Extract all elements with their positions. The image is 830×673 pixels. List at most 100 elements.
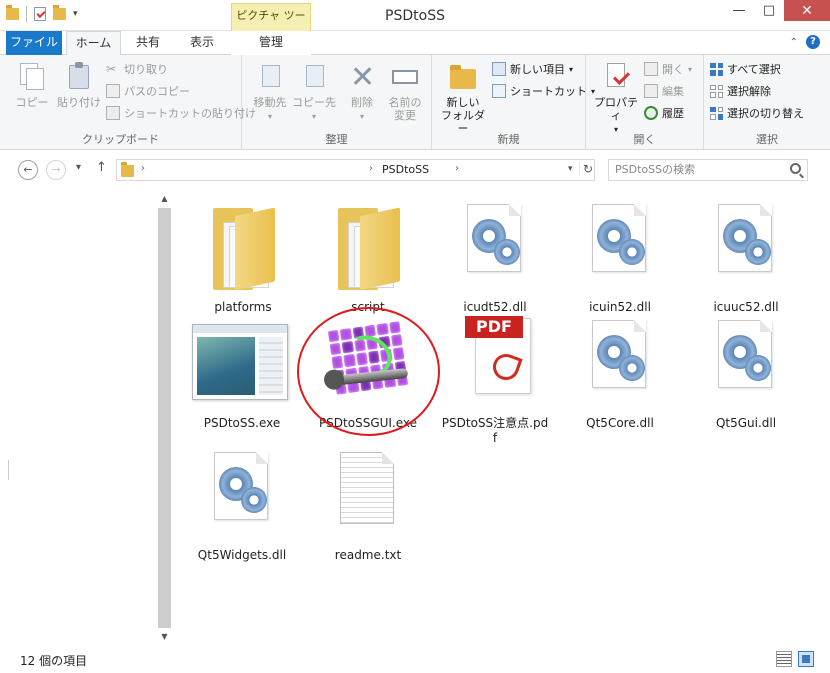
recent-locations-icon[interactable]: ▾: [76, 162, 81, 173]
file-item-icuuc52[interactable]: icuuc52.dll: [691, 198, 801, 323]
dll-file-icon: [580, 198, 660, 286]
scroll-down-icon[interactable]: ▼: [157, 630, 172, 644]
clipboard-group: コピー 貼り付け ✂ 切り取り パスのコピー ショートカットの貼り付け クリップ…: [0, 55, 256, 150]
tab-view[interactable]: 表示: [178, 31, 226, 55]
select-all-label: すべて選択: [727, 63, 781, 76]
file-name: PSDtoSS注意点.pdf: [441, 416, 549, 445]
open-button[interactable]: 開く ▾: [644, 59, 692, 79]
address-dropdown-icon[interactable]: ▾: [568, 164, 573, 174]
new-folder-button[interactable]: 新しい フォルダー: [438, 61, 488, 135]
folder-icon: [328, 198, 408, 290]
scrollbar-thumb[interactable]: [158, 208, 171, 628]
minimize-button[interactable]: —: [724, 0, 754, 21]
rename-label-1: 名前の: [388, 96, 422, 109]
select-all-button[interactable]: すべて選択: [710, 59, 781, 79]
scissors-icon: ✂: [106, 62, 117, 76]
minimize-ribbon-icon[interactable]: ⌃: [790, 37, 798, 48]
help-icon[interactable]: ?: [806, 35, 820, 49]
close-button[interactable]: ✕: [784, 0, 830, 21]
invert-selection-label: 選択の切り替え: [727, 107, 804, 120]
file-item-icudt52[interactable]: icudt52.dll: [440, 198, 550, 323]
chevron-right-icon[interactable]: ›: [455, 163, 459, 174]
dll-file-icon: [455, 198, 535, 286]
open-icon: [644, 62, 658, 76]
pdf-file-icon: PDF: [455, 314, 535, 402]
rename-button[interactable]: 名前の 変更: [384, 61, 426, 122]
tab-home[interactable]: ホーム: [66, 31, 121, 56]
new-item-label: 新しい項目: [510, 63, 565, 76]
move-to-button[interactable]: 移動先 ▾: [248, 61, 292, 123]
select-none-button[interactable]: 選択解除: [710, 81, 771, 101]
properties-label: プロパティ: [594, 96, 638, 122]
properties-icon: [607, 63, 625, 87]
paste-shortcut-button[interactable]: ショートカットの貼り付け: [106, 103, 256, 123]
text-file-icon: [328, 446, 408, 534]
file-item-qt5gui[interactable]: Qt5Gui.dll: [691, 314, 801, 439]
item-count: 12 個の項目: [20, 654, 88, 668]
properties-icon[interactable]: [34, 7, 46, 21]
file-item-qt5widgets[interactable]: Qt5Widgets.dll: [187, 446, 297, 571]
move-to-label: 移動先: [253, 96, 287, 109]
file-item-script[interactable]: script: [313, 198, 423, 323]
chevron-right-icon[interactable]: ›: [369, 163, 373, 174]
search-input[interactable]: [615, 163, 785, 176]
file-item-icuin52[interactable]: icuin52.dll: [565, 198, 675, 323]
file-name: Qt5Widgets.dll: [197, 548, 287, 562]
copy-path-button[interactable]: パスのコピー: [106, 81, 190, 101]
chevron-right-icon[interactable]: ›: [141, 163, 145, 174]
new-folder-icon[interactable]: [53, 5, 66, 20]
qat-separator: [26, 6, 27, 22]
tab-file[interactable]: ファイル: [6, 31, 62, 55]
copy-button[interactable]: コピー: [12, 61, 52, 109]
up-arrow-icon[interactable]: ↑: [96, 160, 107, 175]
refresh-icon[interactable]: ↻: [579, 162, 593, 176]
scroll-up-icon[interactable]: ▲: [157, 192, 172, 206]
open-group: プロパティ ▾ 開く ▾ 編集 履歴 開く: [586, 55, 704, 150]
file-name: platforms: [214, 300, 272, 314]
properties-button[interactable]: プロパティ ▾: [590, 61, 642, 136]
paste-icon: [69, 62, 89, 89]
delete-button[interactable]: ✕ 削除 ▾: [342, 61, 382, 123]
edit-button[interactable]: 編集: [644, 81, 684, 101]
dll-file-icon: [580, 314, 660, 402]
address-bar[interactable]: › › PSDtoSS › ▾ ↻: [116, 159, 595, 181]
cut-button[interactable]: ✂ 切り取り: [106, 59, 168, 79]
forward-button[interactable]: →: [46, 160, 66, 180]
invert-selection-button[interactable]: 選択の切り替え: [710, 103, 804, 123]
search-icon[interactable]: [790, 163, 801, 174]
organize-group-label: 整理: [325, 133, 348, 146]
back-button[interactable]: ←: [18, 160, 38, 180]
navigation-pane: [0, 190, 150, 645]
tab-manage[interactable]: 管理: [231, 31, 311, 55]
paste-button[interactable]: 貼り付け: [56, 61, 102, 109]
folder-icon: [203, 198, 283, 290]
file-name: Qt5Core.dll: [586, 416, 654, 430]
breadcrumb-psdtoss[interactable]: PSDtoSS: [382, 163, 429, 176]
file-item-pdf[interactable]: PDF PSDtoSS注意点.pdf: [440, 314, 550, 445]
search-box[interactable]: [608, 159, 808, 181]
file-item-qt5core[interactable]: Qt5Core.dll: [565, 314, 675, 439]
rename-label-2: 変更: [394, 109, 416, 122]
details-view-icon[interactable]: [776, 651, 792, 667]
edit-label: 編集: [662, 85, 684, 98]
easy-access-button[interactable]: ショートカット ▾: [492, 81, 595, 101]
edit-icon: [644, 84, 658, 98]
history-icon: [644, 106, 658, 120]
file-item-platforms[interactable]: platforms: [188, 198, 298, 323]
large-icons-view-icon[interactable]: [798, 651, 814, 667]
maximize-button[interactable]: □: [754, 0, 784, 21]
tab-share[interactable]: 共有: [126, 31, 170, 55]
history-button[interactable]: 履歴: [644, 103, 684, 123]
clipboard-group-label: クリップボード: [82, 133, 159, 146]
copy-to-button[interactable]: コピー先 ▾: [292, 61, 336, 123]
new-folder-icon: [450, 65, 476, 89]
new-item-button[interactable]: 新しい項目 ▾: [492, 59, 573, 79]
file-item-psdtoss-exe[interactable]: PSDtoSS.exe: [187, 314, 297, 439]
organize-group: 移動先 ▾ コピー先 ▾ ✕ 削除 ▾ 名前の 変更 整理: [242, 55, 432, 150]
file-item-readme[interactable]: readme.txt: [313, 446, 423, 571]
file-name: readme.txt: [334, 548, 402, 562]
qat-dropdown-icon[interactable]: ▾: [73, 9, 78, 19]
paste-label: 貼り付け: [57, 96, 101, 109]
quick-access-toolbar: ▾: [6, 5, 78, 22]
vertical-scrollbar[interactable]: ▲ ▼: [157, 190, 172, 645]
